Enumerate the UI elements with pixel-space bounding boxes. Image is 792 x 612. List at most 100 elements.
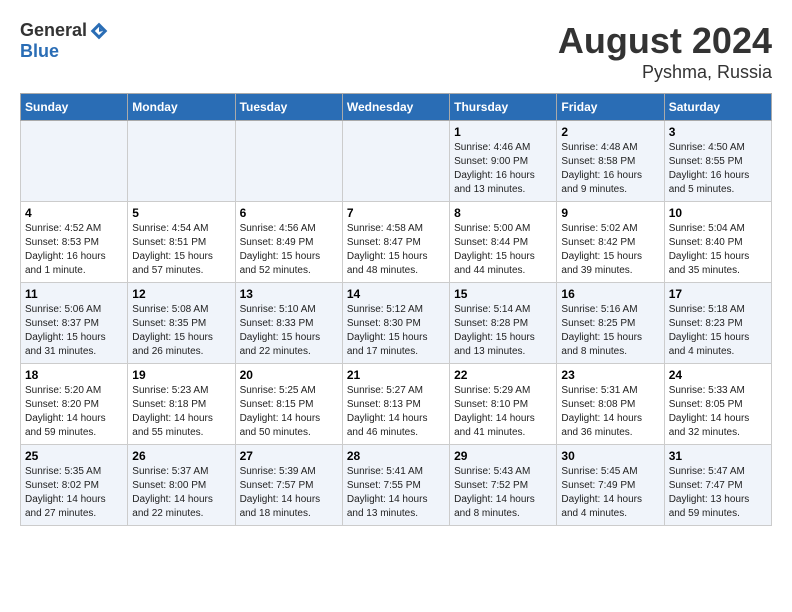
day-info: Sunrise: 5:16 AM Sunset: 8:25 PM Dayligh… [561,303,659,359]
calendar-cell: 31Sunrise: 5:47 AM Sunset: 7:47 PM Dayli… [664,445,771,526]
day-info: Sunrise: 5:35 AM Sunset: 8:02 PM Dayligh… [25,465,123,521]
calendar-cell [342,121,449,202]
day-info: Sunrise: 4:50 AM Sunset: 8:55 PM Dayligh… [669,141,767,197]
calendar-week-row: 4Sunrise: 4:52 AM Sunset: 8:53 PM Daylig… [21,202,772,283]
day-number: 27 [240,449,338,463]
day-number: 8 [454,206,552,220]
day-number: 15 [454,287,552,301]
calendar-week-row: 25 Sunrise: 5:35 AM Sunset: 8:02 PM Dayli… [21,445,772,526]
calendar-cell: 20Sunrise: 5:25 AM Sunset: 8:15 PM Dayli… [235,364,342,445]
day-number: 1 [454,125,552,139]
calendar-cell: 7 Sunrise: 4:58 AM Sunset: 8:47 PM Daylig… [342,202,449,283]
day-info: Sunrise: 5:43 AM Sunset: 7:52 PM Dayligh… [454,465,552,521]
logo-blue-text: Blue [20,41,59,62]
day-number: 28 [347,449,445,463]
weekday-header-wednesday: Wednesday [342,94,449,121]
day-info: Sunrise: 4:48 AM Sunset: 8:58 PM Dayligh… [561,141,659,197]
calendar-cell: 16 Sunrise: 5:16 AM Sunset: 8:25 PM Dayli… [557,283,664,364]
day-number: 31 [669,449,767,463]
day-info: Sunrise: 5:20 AM Sunset: 8:20 PM Dayligh… [25,384,123,440]
day-info: Sunrise: 5:27 AM Sunset: 8:13 PM Dayligh… [347,384,445,440]
calendar-cell: 22Sunrise: 5:29 AM Sunset: 8:10 PM Dayli… [450,364,557,445]
weekday-header-saturday: Saturday [664,94,771,121]
logo-general-text: General [20,20,87,41]
calendar-cell: 9Sunrise: 5:02 AM Sunset: 8:42 PM Daylig… [557,202,664,283]
calendar-cell: 18 Sunrise: 5:20 AM Sunset: 8:20 PM Dayli… [21,364,128,445]
calendar-cell: 1 Sunrise: 4:46 AM Sunset: 9:00 PM Daylig… [450,121,557,202]
calendar-cell [235,121,342,202]
day-number: 30 [561,449,659,463]
day-info: Sunrise: 5:41 AM Sunset: 7:55 PM Dayligh… [347,465,445,521]
calendar-cell: 8 Sunrise: 5:00 AM Sunset: 8:44 PM Daylig… [450,202,557,283]
weekday-header-row: SundayMondayTuesdayWednesdayThursdayFrid… [21,94,772,121]
day-number: 18 [25,368,123,382]
title-area: August 2024 Pyshma, Russia [558,20,772,83]
month-year-title: August 2024 [558,20,772,62]
calendar-cell: 24 Sunrise: 5:33 AM Sunset: 8:05 PM Dayli… [664,364,771,445]
day-number: 6 [240,206,338,220]
day-number: 24 [669,368,767,382]
logo: General Blue [20,20,111,62]
day-info: Sunrise: 5:33 AM Sunset: 8:05 PM Dayligh… [669,384,767,440]
weekday-header-friday: Friday [557,94,664,121]
day-number: 29 [454,449,552,463]
calendar-cell: 11 Sunrise: 5:06 AM Sunset: 8:37 PM Dayli… [21,283,128,364]
day-number: 21 [347,368,445,382]
calendar-cell: 21 Sunrise: 5:27 AM Sunset: 8:13 PM Dayli… [342,364,449,445]
calendar-cell: 14Sunrise: 5:12 AM Sunset: 8:30 PM Dayli… [342,283,449,364]
day-info: Sunrise: 5:37 AM Sunset: 8:00 PM Dayligh… [132,465,230,521]
day-number: 22 [454,368,552,382]
day-info: Sunrise: 5:00 AM Sunset: 8:44 PM Dayligh… [454,222,552,278]
day-info: Sunrise: 4:58 AM Sunset: 8:47 PM Dayligh… [347,222,445,278]
calendar-cell: 19Sunrise: 5:23 AM Sunset: 8:18 PM Dayli… [128,364,235,445]
weekday-header-sunday: Sunday [21,94,128,121]
calendar-cell: 2Sunrise: 4:48 AM Sunset: 8:58 PM Daylig… [557,121,664,202]
day-info: Sunrise: 4:54 AM Sunset: 8:51 PM Dayligh… [132,222,230,278]
calendar-cell: 12Sunrise: 5:08 AM Sunset: 8:35 PM Dayli… [128,283,235,364]
weekday-header-monday: Monday [128,94,235,121]
logo-icon [89,21,109,41]
logo-text: General [20,20,111,41]
calendar-cell: 3Sunrise: 4:50 AM Sunset: 8:55 PM Daylig… [664,121,771,202]
calendar-cell: 5 Sunrise: 4:54 AM Sunset: 8:51 PM Daylig… [128,202,235,283]
calendar-cell: 26 Sunrise: 5:37 AM Sunset: 8:00 PM Dayli… [128,445,235,526]
calendar-cell [128,121,235,202]
day-number: 19 [132,368,230,382]
day-number: 11 [25,287,123,301]
day-number: 4 [25,206,123,220]
day-info: Sunrise: 5:25 AM Sunset: 8:15 PM Dayligh… [240,384,338,440]
page-header: General Blue August 2024 Pyshma, Russia [20,20,772,83]
day-number: 26 [132,449,230,463]
day-number: 5 [132,206,230,220]
day-number: 25 [25,449,123,463]
calendar-cell: 29 Sunrise: 5:43 AM Sunset: 7:52 PM Dayli… [450,445,557,526]
day-info: Sunrise: 5:06 AM Sunset: 8:37 PM Dayligh… [25,303,123,359]
location-subtitle: Pyshma, Russia [558,62,772,83]
day-info: Sunrise: 5:04 AM Sunset: 8:40 PM Dayligh… [669,222,767,278]
calendar-cell [21,121,128,202]
calendar-cell: 13 Sunrise: 5:10 AM Sunset: 8:33 PM Dayli… [235,283,342,364]
calendar-week-row: 18 Sunrise: 5:20 AM Sunset: 8:20 PM Dayli… [21,364,772,445]
calendar-cell: 10Sunrise: 5:04 AM Sunset: 8:40 PM Dayli… [664,202,771,283]
day-info: Sunrise: 5:31 AM Sunset: 8:08 PM Dayligh… [561,384,659,440]
day-info: Sunrise: 5:45 AM Sunset: 7:49 PM Dayligh… [561,465,659,521]
calendar-cell: 15Sunrise: 5:14 AM Sunset: 8:28 PM Dayli… [450,283,557,364]
calendar-cell: 17Sunrise: 5:18 AM Sunset: 8:23 PM Dayli… [664,283,771,364]
calendar-cell: 4Sunrise: 4:52 AM Sunset: 8:53 PM Daylig… [21,202,128,283]
calendar-table: SundayMondayTuesdayWednesdayThursdayFrid… [20,93,772,526]
day-number: 23 [561,368,659,382]
calendar-week-row: 11 Sunrise: 5:06 AM Sunset: 8:37 PM Dayli… [21,283,772,364]
calendar-week-row: 1 Sunrise: 4:46 AM Sunset: 9:00 PM Daylig… [21,121,772,202]
weekday-header-thursday: Thursday [450,94,557,121]
day-info: Sunrise: 5:12 AM Sunset: 8:30 PM Dayligh… [347,303,445,359]
day-info: Sunrise: 5:10 AM Sunset: 8:33 PM Dayligh… [240,303,338,359]
day-number: 17 [669,287,767,301]
calendar-cell: 25 Sunrise: 5:35 AM Sunset: 8:02 PM Dayli… [21,445,128,526]
calendar-cell: 27Sunrise: 5:39 AM Sunset: 7:57 PM Dayli… [235,445,342,526]
day-number: 7 [347,206,445,220]
day-info: Sunrise: 5:02 AM Sunset: 8:42 PM Dayligh… [561,222,659,278]
day-info: Sunrise: 4:46 AM Sunset: 9:00 PM Dayligh… [454,141,552,197]
day-number: 12 [132,287,230,301]
day-number: 13 [240,287,338,301]
day-number: 16 [561,287,659,301]
